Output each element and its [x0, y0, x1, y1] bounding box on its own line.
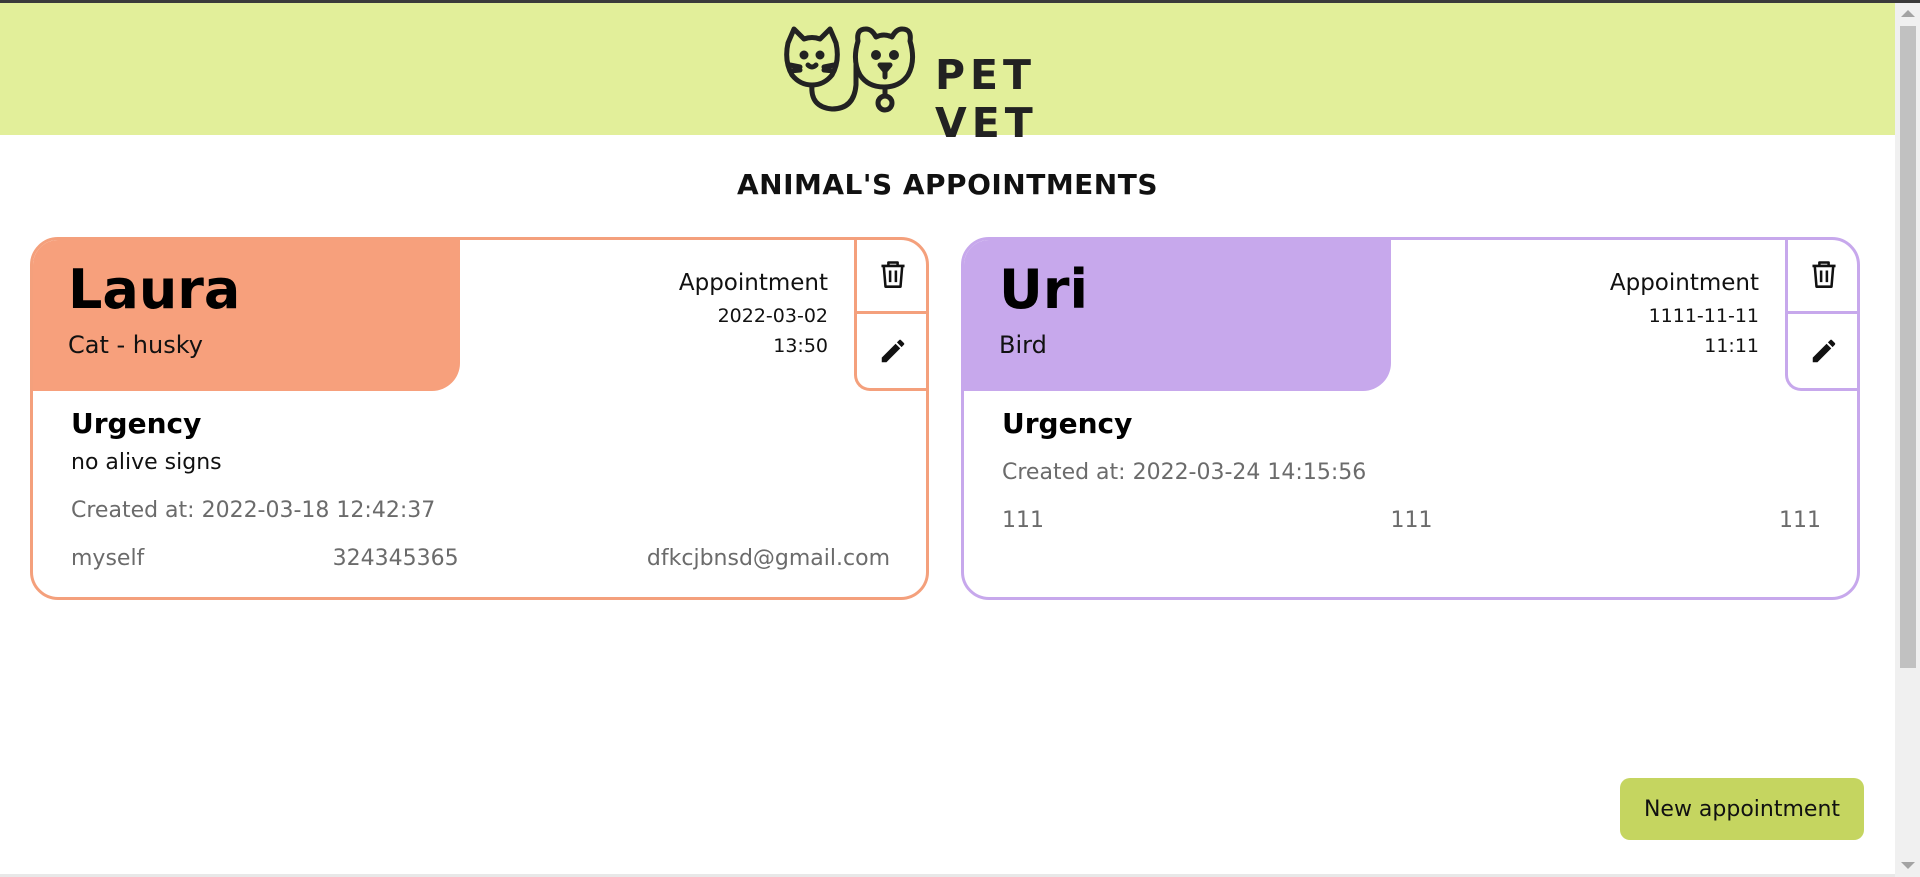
appointment-time: 11:11: [1704, 335, 1759, 357]
pencil-icon: [1812, 339, 1836, 363]
card-actions: [854, 240, 926, 391]
delete-button[interactable]: [1788, 240, 1857, 311]
page-title: ANIMAL'S APPOINTMENTS: [736, 168, 1159, 201]
appointment-label: Appointment: [1609, 270, 1759, 296]
pet-type: Cat - husky: [68, 331, 203, 359]
created-at: Created at: 2022-03-18 12:42:37: [71, 498, 436, 523]
edit-button[interactable]: [1788, 311, 1857, 388]
urgency-title: Urgency: [1002, 407, 1133, 440]
delete-button[interactable]: [857, 240, 926, 311]
appointment-date: 2022-03-02: [717, 305, 828, 327]
logo-text: PET VET: [935, 51, 1038, 147]
owner-email: 111: [1779, 508, 1821, 533]
pencil-icon: [881, 339, 905, 363]
owner-email: dfkcjbnsd@gmail.com: [646, 546, 890, 571]
owner-name: myself: [71, 546, 145, 571]
trash-icon: [1812, 261, 1836, 288]
appointment-card: Laura Cat - husky Appointment 2022-03-02…: [30, 237, 929, 600]
new-appointment-button[interactable]: New appointment: [1620, 778, 1864, 840]
appointment-card: Uri Bird Appointment 1111-11-11 11:11 Ur…: [961, 237, 1860, 600]
trash-icon: [881, 261, 905, 288]
pet-type: Bird: [999, 331, 1047, 359]
owner-contact-row: 111 111 111: [1002, 508, 1821, 533]
owner-phone: 111: [1390, 508, 1433, 533]
pet-name: Laura: [68, 258, 241, 321]
created-at: Created at: 2022-03-24 14:15:56: [1002, 460, 1367, 485]
appointment-time: 13:50: [773, 335, 828, 357]
owner-name: 111: [1002, 508, 1044, 533]
scroll-up-arrow-icon[interactable]: [1901, 10, 1915, 17]
card-actions: [1785, 240, 1857, 391]
edit-button[interactable]: [857, 311, 926, 388]
pet-header: Laura Cat - husky: [33, 240, 460, 391]
pet-vet-logo[interactable]: PET VET: [784, 25, 1114, 147]
app-header: PET VET: [0, 3, 1895, 147]
pet-name: Uri: [999, 258, 1088, 321]
scroll-down-arrow-icon[interactable]: [1901, 862, 1915, 869]
pet-header: Uri Bird: [964, 240, 1391, 391]
appointment-label: Appointment: [678, 270, 828, 296]
urgency-text: no alive signs: [71, 450, 222, 475]
owner-contact-row: myself 324345365 dfkcjbnsd@gmail.com: [71, 546, 890, 571]
appointment-date: 1111-11-11: [1648, 305, 1759, 327]
scrollbar-thumb[interactable]: [1900, 26, 1916, 668]
urgency-title: Urgency: [71, 407, 202, 440]
cat-dog-stethoscope-icon: [784, 26, 916, 113]
owner-phone: 324345365: [332, 546, 459, 571]
